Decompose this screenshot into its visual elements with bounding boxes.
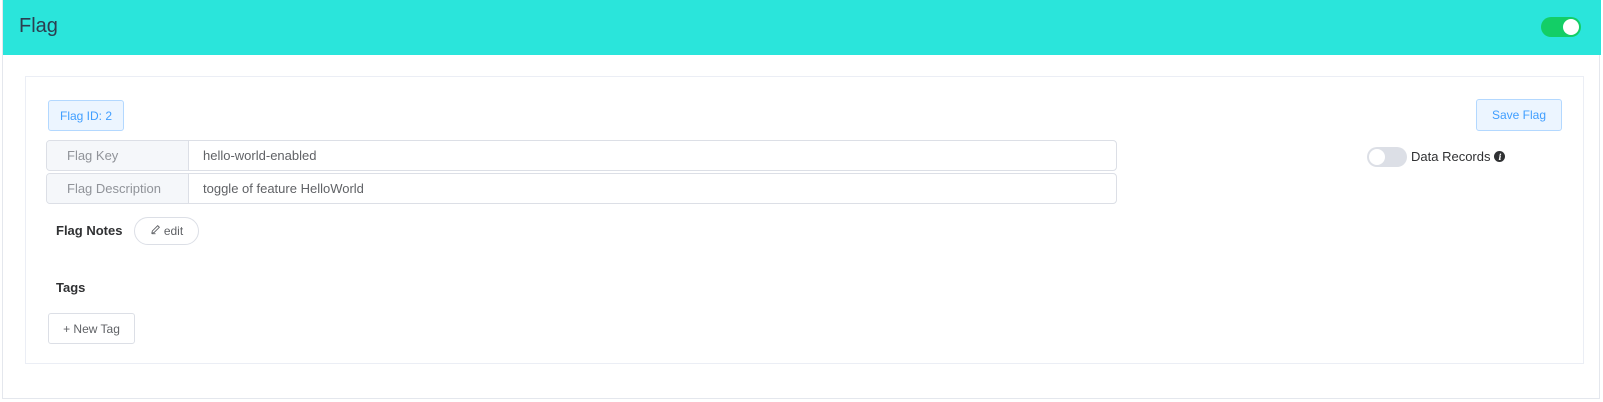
flag-key-input[interactable]: hello-world-enabled — [189, 141, 1116, 170]
new-tag-button[interactable]: + New Tag — [48, 313, 135, 344]
data-records-text: Data Records — [1411, 149, 1491, 164]
flag-description-field: Flag Description toggle of feature Hello… — [46, 173, 1117, 204]
flag-id-badge: Flag ID: 2 — [48, 100, 124, 131]
flag-description-input[interactable]: toggle of feature HelloWorld — [189, 174, 1116, 203]
page-title: Flag — [19, 15, 58, 37]
flag-enabled-toggle[interactable] — [1541, 17, 1581, 37]
toggle-knob — [1563, 19, 1579, 35]
data-records-label: Data Records i — [1411, 149, 1506, 164]
edit-label: edit — [163, 224, 184, 238]
flag-details-card: Flag ID: 2 Save Flag Flag Key hello-worl… — [25, 76, 1584, 364]
edit-notes-button[interactable]: edit — [134, 217, 199, 245]
info-icon[interactable]: i — [1494, 151, 1506, 162]
data-records-toggle[interactable] — [1367, 147, 1407, 167]
flag-description-label: Flag Description — [47, 174, 189, 203]
flag-notes-label: Flag Notes — [56, 223, 123, 238]
flag-header: Flag — [3, 0, 1601, 55]
flag-key-field: Flag Key hello-world-enabled — [46, 140, 1117, 171]
tags-label: Tags — [56, 280, 86, 295]
flag-panel: Flag Flag ID: 2 Save Flag Flag Key hello… — [2, 0, 1601, 399]
flag-key-label: Flag Key — [47, 141, 189, 170]
save-flag-button[interactable]: Save Flag — [1476, 99, 1562, 131]
toggle-knob — [1369, 149, 1385, 165]
pencil-icon — [150, 224, 161, 238]
